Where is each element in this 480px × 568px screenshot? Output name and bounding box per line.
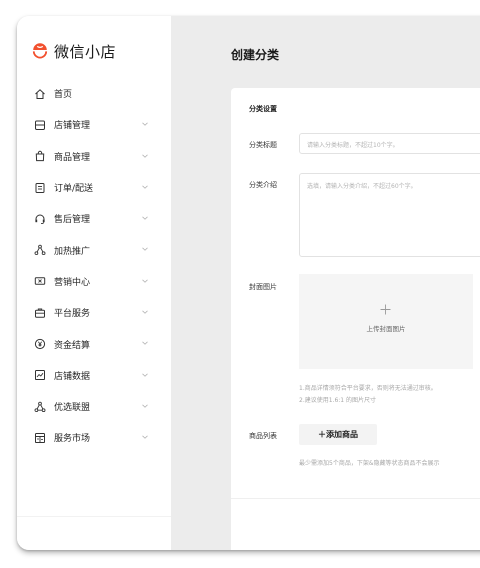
yen-circle-icon (34, 338, 46, 350)
sidebar-item-service-market[interactable]: 服务市场 (17, 422, 171, 453)
cover-image-label: 封面图片 (249, 283, 277, 291)
store-icon (34, 119, 46, 131)
sidebar-item-label: 优选联盟 (54, 403, 91, 414)
market-icon (34, 432, 46, 444)
product-list-tip: 最少需添加5个商品，下架&隐藏等状态商品不会展示 (299, 460, 440, 467)
sidebar-item-label: 平台服务 (54, 309, 91, 320)
category-desc-placeholder: 选填，请输入分类介绍，不超过60个字。 (307, 183, 417, 190)
sidebar-nav: 首页 店铺管理 商品管理 订单/配送 售后管理 加热推广 营销中心 平台服务 资… (17, 78, 171, 454)
category-desc-label: 分类介绍 (249, 181, 277, 189)
main-content: 创建分类 分类设置 分类标题 请输入分类标题，不超过10个字。 分类介绍 选填，… (171, 16, 480, 550)
sidebar-item-settlement[interactable]: 资金结算 (17, 328, 171, 359)
sidebar-item-store-data[interactable]: 店铺数据 (17, 360, 171, 391)
sidebar-item-label: 店铺数据 (54, 371, 91, 382)
cover-upload-area[interactable]: 上传封面图片 (299, 274, 473, 369)
form-card: 分类设置 分类标题 请输入分类标题，不超过10个字。 分类介绍 选填，请输入分类… (231, 88, 480, 550)
brand[interactable]: 微信小店 (32, 40, 116, 62)
chevron-down-icon (142, 154, 148, 158)
cover-tip-1: 1.商品详情须符合平台要求，否则将无法通过审核。 (299, 385, 437, 392)
sidebar-item-label: 加热推广 (54, 246, 91, 257)
shop-logo-icon (32, 43, 48, 59)
chart-icon (34, 369, 46, 381)
chevron-down-icon (142, 310, 148, 314)
chevron-down-icon (142, 247, 148, 252)
sidebar-item-store[interactable]: 店铺管理 (17, 109, 171, 140)
add-product-button[interactable]: ＋添加商品 (299, 424, 377, 445)
sidebar-item-label: 订单/配送 (54, 184, 94, 195)
upload-text: 上传封面图片 (366, 325, 406, 333)
share-nodes-icon (34, 244, 46, 256)
chevron-down-icon (142, 435, 148, 440)
chevron-down-icon (142, 185, 148, 189)
add-product-button-label: ＋添加商品 (318, 430, 358, 439)
plus-icon (380, 304, 391, 315)
app-name: 微信小店 (54, 42, 117, 61)
chevron-down-icon (142, 279, 148, 283)
category-name-input[interactable]: 请输入分类标题，不超过10个字。 (299, 133, 480, 154)
chevron-down-icon (142, 341, 148, 346)
chevron-down-icon (142, 373, 148, 377)
chevron-down-icon (142, 404, 148, 408)
sidebar-item-label: 店铺管理 (54, 121, 91, 132)
cover-tip-2: 2.建议使用1.6:1 的图片尺寸 (299, 397, 377, 404)
alliance-icon (34, 401, 46, 413)
chevron-down-icon (142, 122, 148, 127)
sidebar-item-label: 售后管理 (54, 215, 91, 226)
sidebar-item-platform-services[interactable]: 平台服务 (17, 297, 171, 328)
ticket-icon (34, 275, 46, 287)
sidebar-item-orders[interactable]: 订单/配送 (17, 172, 171, 203)
sidebar-item-label: 营销中心 (54, 277, 91, 288)
sidebar-divider (17, 516, 171, 517)
card-divider (231, 498, 480, 499)
sidebar-item-label: 商品管理 (54, 152, 91, 163)
product-list-label: 商品列表 (249, 432, 277, 440)
sidebar-item-promotion[interactable]: 加热推广 (17, 234, 171, 265)
sidebar-item-products[interactable]: 商品管理 (17, 141, 171, 172)
shopping-bag-icon (34, 150, 46, 162)
chevron-down-icon (142, 216, 148, 220)
category-name-placeholder: 请输入分类标题，不超过10个字。 (307, 142, 399, 149)
sidebar-item-label: 服务市场 (54, 434, 91, 445)
headset-icon (34, 213, 46, 225)
category-name-label: 分类标题 (249, 141, 277, 149)
section-title: 分类设置 (249, 105, 277, 113)
sidebar-item-home[interactable]: 首页 (17, 78, 171, 109)
sidebar-item-label: 资金结算 (54, 340, 91, 351)
sidebar-item-alliance[interactable]: 优选联盟 (17, 391, 171, 422)
sidebar-item-marketing[interactable]: 营销中心 (17, 266, 171, 297)
briefcase-icon (34, 307, 46, 319)
sidebar-item-label: 首页 (54, 90, 73, 101)
category-desc-textarea[interactable]: 选填，请输入分类介绍，不超过60个字。 (299, 173, 480, 257)
order-list-icon (34, 182, 46, 194)
sidebar-item-after-sales[interactable]: 售后管理 (17, 203, 171, 234)
sidebar: 微信小店 首页 店铺管理 商品管理 订单/配送 售后管理 加热推广 营销中心 平… (17, 16, 171, 550)
page-title: 创建分类 (231, 48, 280, 62)
home-icon (34, 88, 46, 100)
app-window: 微信小店 首页 店铺管理 商品管理 订单/配送 售后管理 加热推广 营销中心 平… (17, 16, 480, 550)
